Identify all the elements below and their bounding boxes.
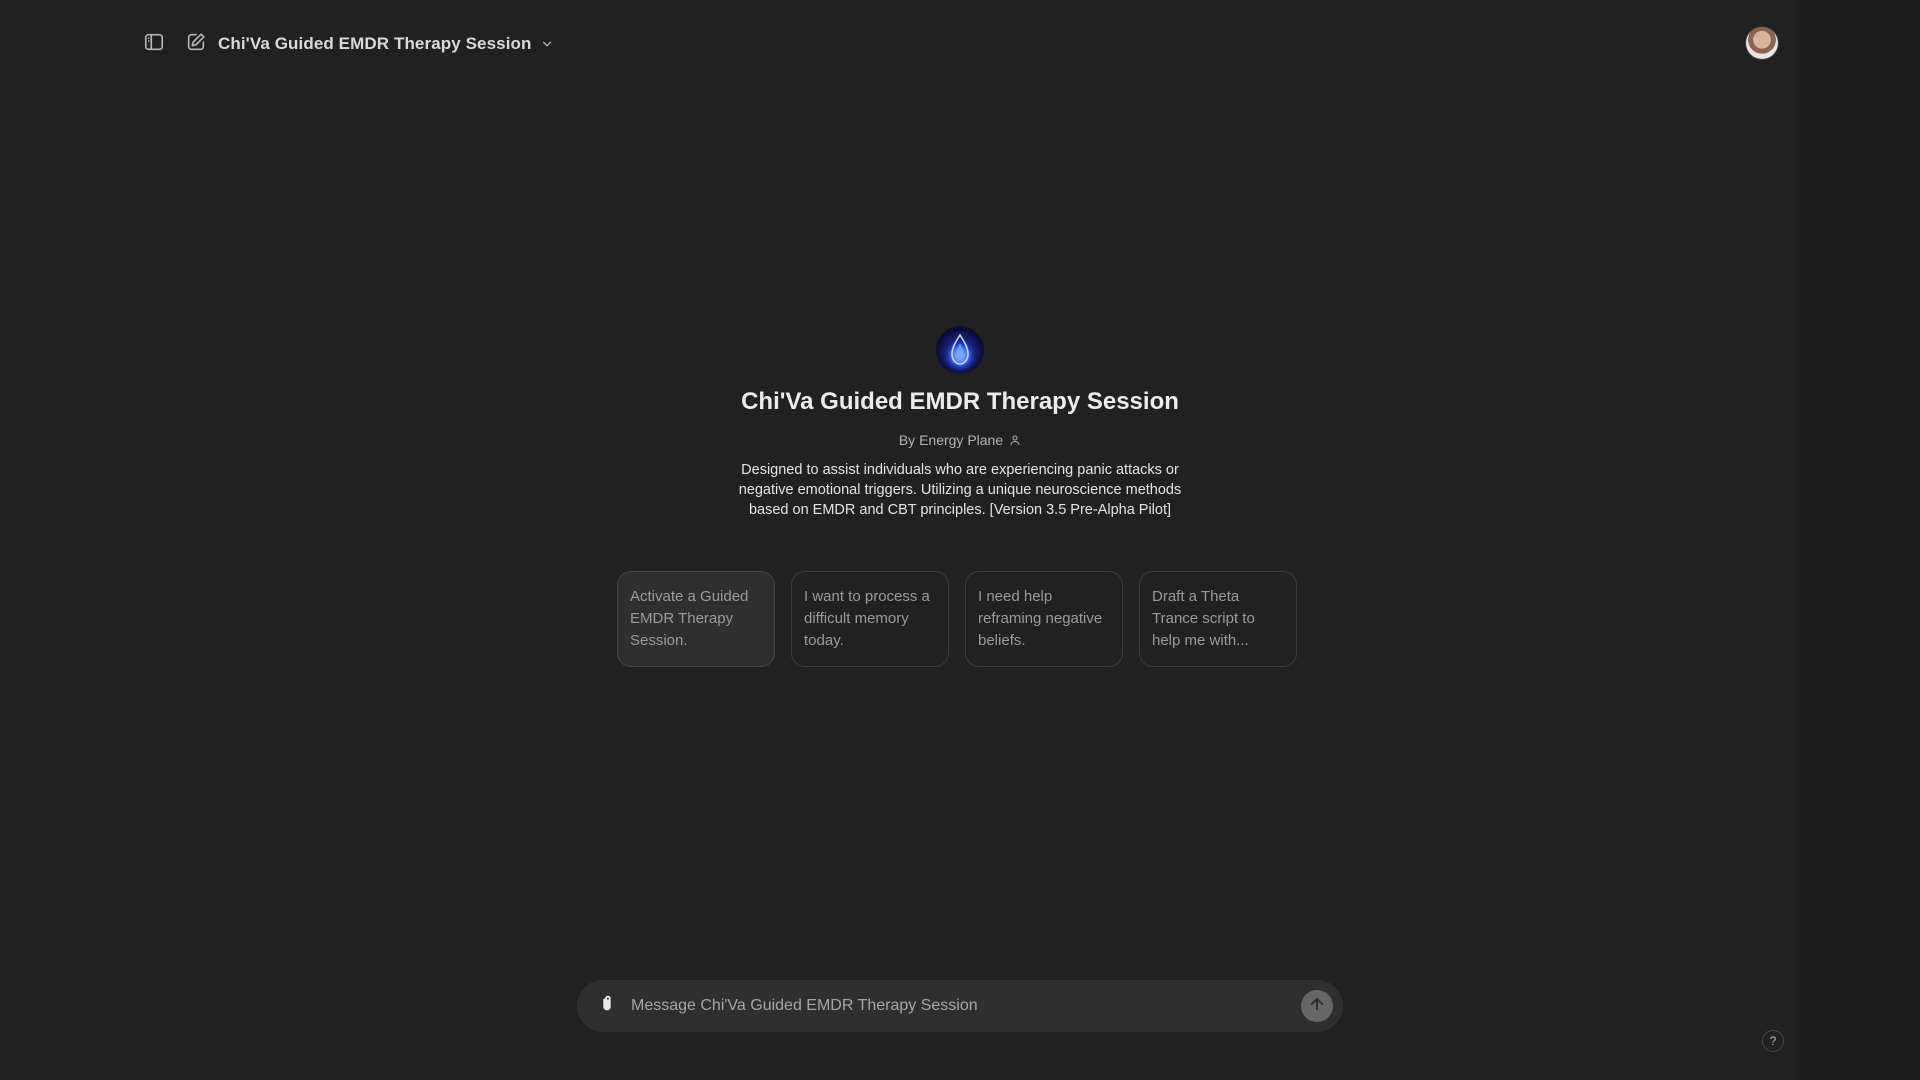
gpt-description: Designed to assist individuals who are e… (738, 462, 1182, 518)
message-input[interactable] (629, 989, 1301, 1023)
sidebar-toggle-icon (143, 31, 165, 58)
gpt-author: By Energy Plane (899, 432, 1021, 448)
chat-page: Chi'Va Guided EMDR Therapy Session Chi'V… (0, 0, 1920, 1080)
suggestion-list: Activate a Guided EMDR Therapy Session. … (617, 571, 1297, 667)
help-button[interactable]: ? (1762, 1030, 1784, 1052)
author-label: By Energy Plane (898, 432, 1004, 448)
suggestion-card[interactable]: Draft a Theta Trance script to help me w… (1139, 571, 1297, 667)
new-chat-button[interactable] (182, 30, 210, 58)
gpt-logo (936, 326, 984, 374)
send-button[interactable] (1301, 990, 1333, 1022)
message-composer (577, 980, 1343, 1032)
chevron-down-icon (540, 37, 554, 51)
new-chat-icon (185, 31, 207, 58)
gpt-intro: Chi'Va Guided EMDR Therapy Session By En… (0, 326, 1920, 520)
sidebar-toggle-button[interactable] (140, 30, 168, 58)
attach-button[interactable] (593, 992, 621, 1020)
gpt-selector[interactable]: Chi'Va Guided EMDR Therapy Session (218, 34, 554, 54)
user-avatar[interactable] (1746, 27, 1778, 59)
suggestion-card[interactable]: I need help reframing negative beliefs. (965, 571, 1123, 667)
arrow-up-icon (1308, 995, 1326, 1018)
right-gutter (1798, 0, 1920, 1080)
paperclip-icon (596, 993, 618, 1020)
gpt-title: Chi'Va Guided EMDR Therapy Session (218, 34, 532, 53)
top-bar: Chi'Va Guided EMDR Therapy Session (140, 26, 554, 62)
person-icon (1009, 434, 1021, 446)
suggestion-card[interactable]: I want to process a difficult memory tod… (791, 571, 949, 667)
suggestion-card[interactable]: Activate a Guided EMDR Therapy Session. (617, 571, 775, 667)
gpt-name: Chi'Va Guided EMDR Therapy Session (741, 388, 1179, 415)
